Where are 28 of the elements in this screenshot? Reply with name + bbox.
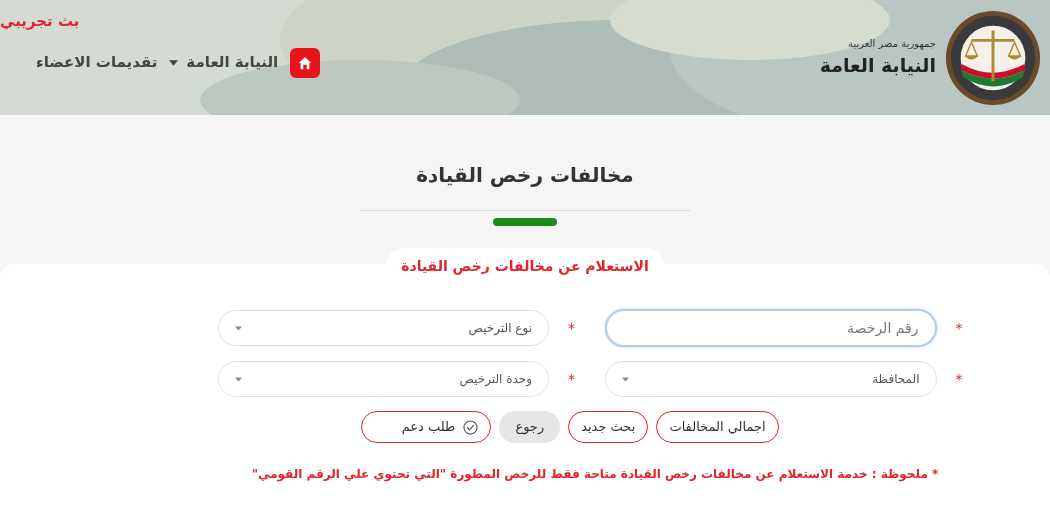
- nav-menu-item[interactable]: النيابة العامة: [169, 51, 279, 74]
- page-title: مخالفات رخص القيادة: [416, 162, 634, 189]
- caret-icon: [234, 376, 242, 382]
- required-asterisk: *: [954, 318, 963, 338]
- brand-title: النيابة العامة: [819, 52, 936, 78]
- required-asterisk: *: [954, 369, 963, 389]
- action-button[interactable]: بحث جديد: [568, 411, 649, 443]
- required-asterisk: *: [567, 369, 575, 389]
- service-note: * ملحوظة : خدمة الاستعلام عن مخالفات رخص القيادة متاحة فقط للرخص المطورة "التي تحتوي علي الرقم القومي": [251, 466, 939, 483]
- country-subtitle: جمهورية مصر العربية: [848, 36, 936, 51]
- nav-link[interactable]: تقديمات الاعضاء: [36, 51, 158, 74]
- action-button[interactable]: اجمالي المخالفات: [656, 411, 779, 443]
- select-field[interactable]: المحافظة: [605, 361, 937, 397]
- caret-icon: [234, 325, 242, 331]
- license-number-field[interactable]: رقم الرخصة: [605, 309, 937, 347]
- caret-icon: [169, 59, 179, 66]
- trial-broadcast-label: بث تجريبي: [0, 11, 80, 32]
- home-button[interactable]: [290, 47, 321, 78]
- title-underline: [493, 218, 557, 226]
- home-icon: [298, 55, 313, 70]
- required-asterisk: *: [567, 318, 575, 338]
- back-button[interactable]: رجوع: [499, 411, 561, 443]
- select-field[interactable]: نوع الترخيص: [217, 310, 549, 346]
- check-circle-icon: [463, 419, 479, 435]
- select-field[interactable]: وحدة الترخيص: [217, 361, 549, 397]
- support-button[interactable]: طلب دعم: [361, 411, 492, 443]
- caret-icon: [622, 376, 629, 382]
- scales-emblem-icon: [944, 8, 1042, 107]
